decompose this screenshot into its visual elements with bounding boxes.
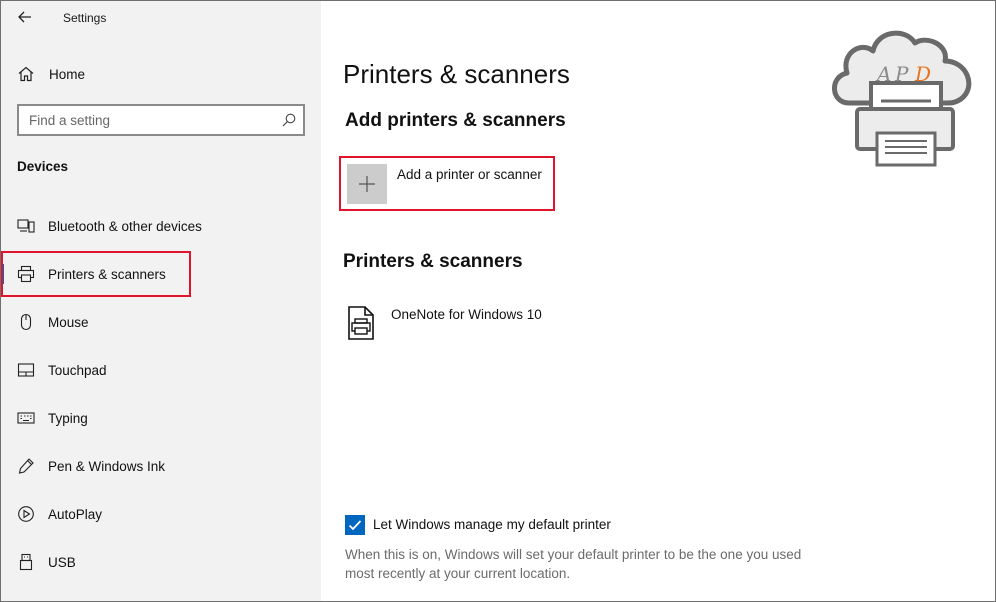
settings-window: Settings Home Devices Bluetooth & other … — [0, 0, 996, 602]
default-printer-checkbox-row[interactable]: Let Windows manage my default printer — [345, 515, 665, 537]
checkmark-icon — [348, 520, 362, 531]
add-section-title: Add printers & scanners — [345, 110, 566, 131]
svg-text:D: D — [914, 62, 931, 86]
sidebar-item-label: Bluetooth & other devices — [48, 219, 202, 234]
touchpad-icon — [17, 363, 35, 377]
search-icon[interactable] — [281, 112, 297, 128]
default-printer-checkbox[interactable] — [345, 515, 365, 535]
section-title: Devices — [17, 159, 69, 174]
sidebar-item-label: AutoPlay — [48, 507, 103, 522]
default-printer-label: Let Windows manage my default printer — [373, 517, 611, 532]
sidebar-item-mouse[interactable]: Mouse — [1, 302, 321, 342]
default-printer-help: When this is on, Windows will set your d… — [345, 547, 802, 581]
sidebar-item-touchpad[interactable]: Touchpad — [1, 350, 321, 390]
bluetooth-devices-icon — [17, 219, 35, 233]
sidebar-item-usb[interactable]: USB — [1, 542, 321, 582]
home-icon — [18, 66, 34, 82]
svg-text:P: P — [894, 62, 909, 86]
autoplay-icon — [18, 506, 34, 522]
search-box[interactable] — [17, 104, 305, 136]
printer-list-item[interactable]: OneNote for Windows 10 — [345, 301, 605, 345]
svg-text:A: A — [875, 62, 891, 86]
add-tile — [347, 164, 387, 204]
home-label: Home — [49, 67, 86, 82]
sidebar-item-label: Typing — [48, 411, 88, 426]
sidebar-item-label: Mouse — [48, 315, 89, 330]
title-bar: Settings — [1, 1, 321, 35]
printer-name: OneNote for Windows 10 — [391, 307, 542, 322]
sidebar-item-label: USB — [48, 555, 76, 570]
mouse-icon — [20, 313, 32, 331]
search-input[interactable] — [29, 111, 269, 129]
sidebar-item-bluetooth[interactable]: Bluetooth & other devices — [1, 206, 321, 246]
sidebar-item-label: Pen & Windows Ink — [48, 459, 166, 474]
main-content: Printers & scanners Add printers & scann… — [321, 1, 995, 601]
sidebar: Settings Home Devices Bluetooth & other … — [1, 1, 321, 601]
printer-document-icon — [348, 306, 374, 340]
keyboard-icon — [17, 412, 35, 424]
back-arrow-icon — [18, 11, 31, 23]
home-link[interactable]: Home — [1, 59, 321, 89]
page-title: Printers & scanners — [343, 59, 570, 89]
sidebar-item-pen[interactable]: Pen & Windows Ink — [1, 446, 321, 486]
sidebar-item-autoplay[interactable]: AutoPlay — [1, 494, 321, 534]
sidebar-item-label: Touchpad — [48, 363, 107, 378]
add-printer-button[interactable]: Add a printer or scanner — [339, 156, 555, 211]
back-button[interactable] — [15, 7, 35, 27]
usb-icon — [19, 553, 33, 571]
pen-icon — [18, 458, 34, 474]
highlight-box-nav — [1, 251, 191, 297]
sidebar-item-typing[interactable]: Typing — [1, 398, 321, 438]
add-printer-label: Add a printer or scanner — [397, 167, 542, 182]
cloud-printer-logo: A P D — [827, 17, 977, 169]
app-title: Settings — [63, 11, 107, 25]
printers-list-title: Printers & scanners — [343, 251, 523, 272]
plus-icon — [359, 176, 375, 192]
